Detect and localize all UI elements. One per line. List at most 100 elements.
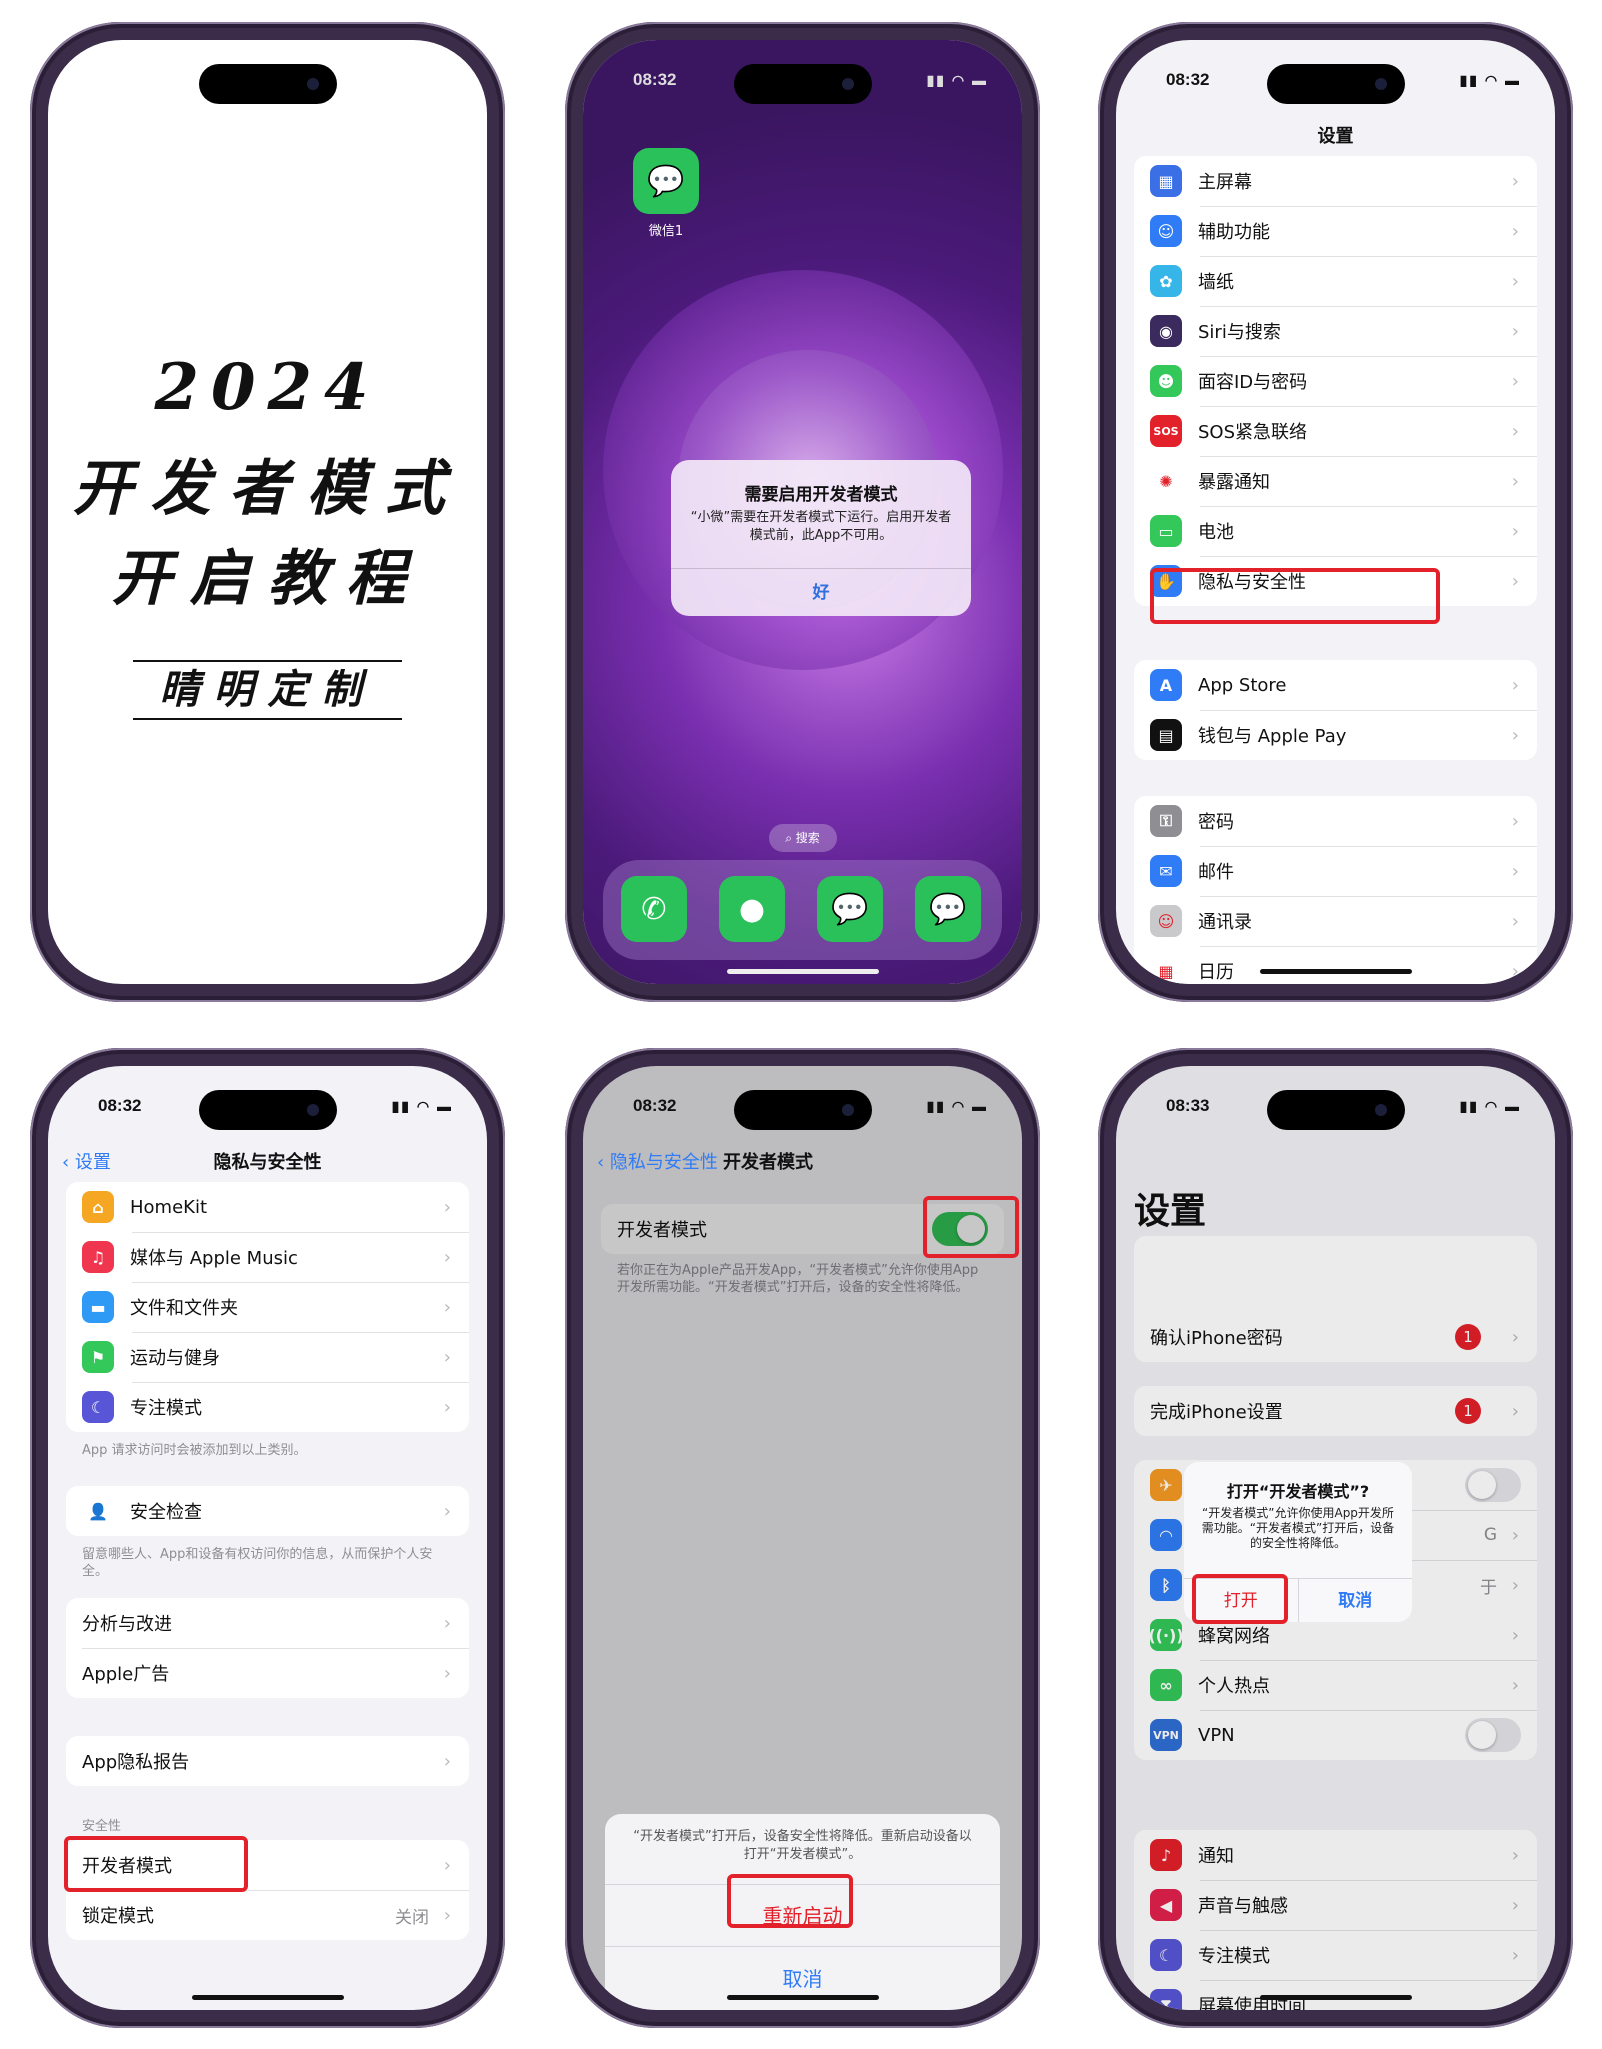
settings-row[interactable]: ☾ 专注模式 › <box>66 1382 469 1432</box>
safety-check-row[interactable]: 👤 安全检查 › <box>66 1486 469 1536</box>
dynamic-island <box>198 64 337 104</box>
row-label: 媒体与 Apple Music <box>130 1248 298 1269</box>
chevron-right-icon: › <box>1511 520 1519 542</box>
chevron-right-icon: › <box>1511 320 1519 342</box>
accessibility-icon: ☺ <box>1150 215 1182 247</box>
row-label: 电池 <box>1198 522 1234 543</box>
wechat-app-icon[interactable]: 💬 <box>915 876 981 942</box>
wallpaper-icon: ✿ <box>1150 265 1182 297</box>
settings-group-3: ⚿ 密码 › ✉ 邮件 › ☺ 通讯录 › ▦ 日历 › <box>1134 796 1537 984</box>
page-title: 开发者模式 <box>723 1152 813 1173</box>
cancel-button[interactable]: 取消 <box>1299 1579 1413 1622</box>
alert-title: 需要启用开发者模式 <box>744 485 898 505</box>
cover-title-line2: 开启教程 <box>111 544 424 614</box>
settings-row[interactable]: SOS SOS紧急联络 › <box>1134 406 1537 456</box>
settings-row[interactable]: ☻ 面容ID与密码 › <box>1134 356 1537 406</box>
face-id-icon: ☻ <box>1150 365 1182 397</box>
search-label: 搜索 <box>795 831 820 845</box>
chevron-right-icon: › <box>443 1196 451 1218</box>
settings-row[interactable]: ▦ 主屏幕 › <box>1134 156 1537 206</box>
apple-ads-row[interactable]: Apple广告 › <box>66 1648 469 1698</box>
phone-app-icon[interactable]: ✆ <box>621 876 687 942</box>
battery-icon: ▭ <box>1150 515 1182 547</box>
settings-row[interactable]: ◉ Siri与搜索 › <box>1134 306 1537 356</box>
dynamic-island <box>1266 64 1405 104</box>
privacy-report-row[interactable]: App隐私报告 › <box>66 1736 469 1786</box>
wechat-app-icon[interactable]: 💬 <box>633 148 699 214</box>
cover-year: 2024 <box>154 350 381 425</box>
fitness-icon: ⚑ <box>82 1341 114 1373</box>
sheet-message: “开发者模式”打开后，设备安全性将降低。重新启动设备以打开“开发者模式”。 <box>633 1829 972 1862</box>
chevron-right-icon: › <box>443 1854 451 1876</box>
settings-row[interactable]: ▬ 文件和文件夹 › <box>66 1282 469 1332</box>
dynamic-island <box>1266 1090 1405 1130</box>
exposure-icon: ✺ <box>1150 465 1182 497</box>
status-time: 08:32 <box>98 1096 142 1115</box>
row-label: 钱包与 Apple Pay <box>1198 726 1347 747</box>
lockdown-mode-row[interactable]: 锁定模式 关闭 › <box>66 1890 469 1940</box>
settings-row[interactable]: ♫ 媒体与 Apple Music › <box>66 1232 469 1282</box>
sos-icon: SOS <box>1150 415 1182 447</box>
phone-frame-2: 08:32 ▮▮ ◠ ▬ 💬 微信1 需要启用开发者模式 “小微”需要在开发者模… <box>565 22 1040 1002</box>
settings-row[interactable]: ✉ 邮件 › <box>1134 846 1537 896</box>
settings-large-screen: 08:33 ▮▮ ◠ ▬ 设置 确认iPhone密码 1 › 完成iPhone设… <box>1116 1066 1555 2010</box>
privacy-report-group: App隐私报告 › <box>66 1736 469 1786</box>
alert-title: 打开“开发者模式”? <box>1226 1482 1370 1501</box>
highlight-toggle <box>923 1196 1019 1258</box>
settings-row[interactable]: ▤ 钱包与 Apple Pay › <box>1134 710 1537 760</box>
settings-row[interactable]: ☺ 辅助功能 › <box>1134 206 1537 256</box>
settings-row[interactable]: ⚑ 运动与健身 › <box>66 1332 469 1382</box>
settings-row[interactable]: ☺ 通讯录 › <box>1134 896 1537 946</box>
dynamic-island <box>733 1090 872 1130</box>
row-label: Siri与搜索 <box>1198 322 1281 343</box>
footnote: 留意哪些人、App和设备有权访问你的信息，从而保护个人安全。 <box>82 1547 433 1579</box>
chevron-right-icon: › <box>443 1612 451 1634</box>
phone-frame-4: 08:32 ▮▮ ◠ ▬ ‹ 设置 隐私与安全性 ⌂ HomeKit › ♫ 媒体与 A… <box>30 1048 505 2028</box>
alert-ok-button[interactable]: 好 <box>671 568 971 616</box>
row-label: App隐私报告 <box>82 1752 190 1773</box>
messages-app-icon[interactable]: ● <box>719 876 785 942</box>
settings-row[interactable]: ✿ 墙纸 › <box>1134 256 1537 306</box>
chevron-right-icon: › <box>443 1246 451 1268</box>
alert-message: “小微”需要在开发者模式下运行。启用开发者模式前，此App不可用。 <box>690 510 952 543</box>
settings-row[interactable]: ▦ 日历 › <box>1134 946 1537 984</box>
calendar-icon: ▦ <box>1150 955 1182 984</box>
safety-group: 👤 安全检查 › <box>66 1486 469 1536</box>
row-label: 安全检查 <box>130 1502 202 1523</box>
settings-row[interactable]: ⚿ 密码 › <box>1134 796 1537 846</box>
siri-icon: ◉ <box>1150 315 1182 347</box>
page-title: 设置 <box>1317 126 1354 147</box>
status-time: 08:32 <box>633 1096 677 1115</box>
chevron-right-icon: › <box>1511 810 1519 832</box>
home-indicator <box>191 1995 344 2000</box>
search-button[interactable]: ⌕ 搜索 <box>768 824 837 852</box>
settings-row[interactable]: ▭ 电池 › <box>1134 506 1537 556</box>
settings-row[interactable]: A App Store › <box>1134 660 1537 710</box>
section-header: 安全性 <box>82 1819 122 1834</box>
focus-moon-icon: ☾ <box>82 1391 114 1423</box>
signal-wifi-battery-icon: ▮▮ ◠ ▬ <box>926 72 988 88</box>
chevron-right-icon: › <box>1511 220 1519 242</box>
row-label: 专注模式 <box>130 1398 202 1419</box>
settings-row[interactable]: ✺ 暴露通知 › <box>1134 456 1537 506</box>
settings-row[interactable]: ⌂ HomeKit › <box>66 1182 469 1232</box>
mail-icon: ✉ <box>1150 855 1182 887</box>
chevron-right-icon: › <box>1511 370 1519 392</box>
chevron-left-icon: ‹ <box>597 1152 610 1173</box>
chevron-right-icon: › <box>1511 470 1519 492</box>
wechat-app-icon[interactable]: 💬 <box>817 876 883 942</box>
cancel-button[interactable]: 取消 <box>605 1946 1000 2010</box>
row-label: 辅助功能 <box>1198 222 1270 243</box>
dynamic-island <box>198 1090 337 1130</box>
chevron-right-icon: › <box>443 1396 451 1418</box>
settings-group-1: ▦ 主屏幕 › ☺ 辅助功能 › ✿ 墙纸 › ◉ Siri与搜索 › ☻ 面容ID与密码 › SOS SOS紧… <box>1134 156 1537 606</box>
home-indicator <box>726 969 879 974</box>
dock: ✆ ● 💬 💬 <box>603 860 1002 960</box>
row-label: SOS紧急联络 <box>1198 422 1308 443</box>
chevron-right-icon: › <box>443 1904 451 1926</box>
safety-check-icon: 👤 <box>82 1495 114 1527</box>
dynamic-island <box>733 64 872 104</box>
chevron-right-icon: › <box>1511 420 1519 442</box>
back-button[interactable]: ‹ 隐私与安全性 <box>597 1148 718 1174</box>
analytics-row[interactable]: 分析与改进 › <box>66 1598 469 1648</box>
